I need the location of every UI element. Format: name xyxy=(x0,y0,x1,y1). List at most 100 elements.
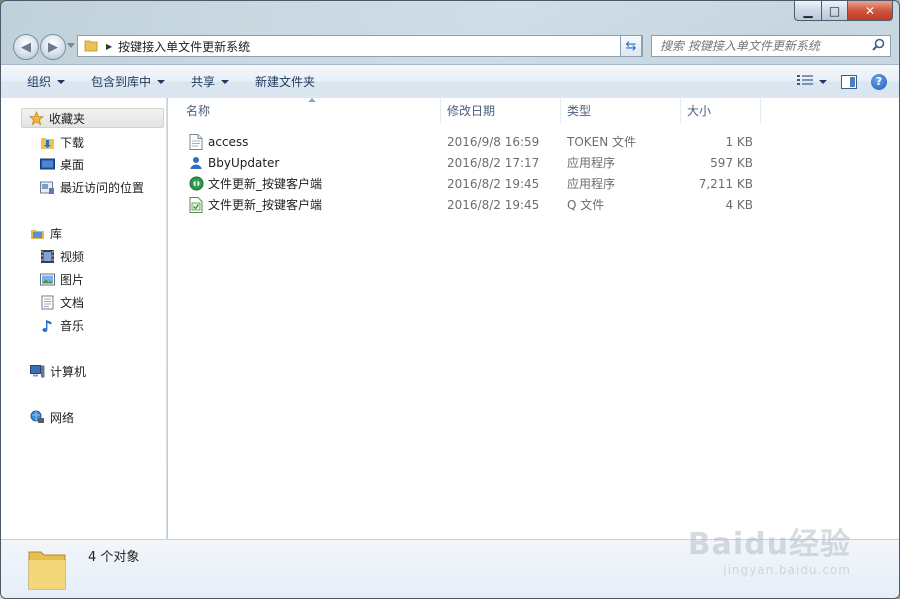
explorer-window: ▁ □ ✕ ◀ ▶ ▶ 按键接入单文件更新系统 ⇆ 搜索 按键接入单文件更新系统… xyxy=(0,0,900,599)
library-icon xyxy=(29,225,45,241)
close-button[interactable]: ✕ xyxy=(848,1,893,21)
star-icon xyxy=(28,110,44,126)
column-header-type[interactable]: 类型 xyxy=(560,98,681,123)
organize-label: 组织 xyxy=(27,75,52,89)
watermark-logo-text: Baidu经验 xyxy=(687,527,851,562)
file-row[interactable]: access 2016/9/8 16:59 TOKEN 文件 1 KB xyxy=(168,131,899,152)
sidebar-item-libraries[interactable]: 库 xyxy=(29,223,62,243)
sidebar-item-downloads[interactable]: 下载 xyxy=(39,132,84,152)
file-type: TOKEN 文件 xyxy=(567,135,637,149)
chevron-down-icon[interactable] xyxy=(819,79,827,84)
file-date: 2016/8/2 19:45 xyxy=(447,176,540,191)
sidebar-item-label: 视频 xyxy=(60,249,85,264)
network-icon xyxy=(29,409,45,425)
forward-arrow-icon: ▶ xyxy=(48,39,58,55)
file-row[interactable]: 文件更新_按键客户端 2016/8/2 19:45 应用程序 7,211 KB xyxy=(168,173,899,194)
address-bar[interactable]: ▶ 按键接入单文件更新系统 xyxy=(77,35,643,57)
watermark-url: jingyan.baidu.com xyxy=(723,563,851,577)
include-library-label: 包含到库中 xyxy=(91,75,152,89)
details-pane: 4 个对象 Baidu经验 jingyan.baidu.com xyxy=(1,527,899,598)
breadcrumb-separator-icon[interactable]: ▶ xyxy=(106,42,112,51)
green-app-icon xyxy=(188,176,204,192)
column-header-date[interactable]: 修改日期 xyxy=(440,98,561,123)
file-type: 应用程序 xyxy=(567,156,616,170)
videos-icon xyxy=(39,248,55,264)
include-in-library-button[interactable]: 包含到库中 xyxy=(78,65,178,98)
watermark: Baidu经验 jingyan.baidu.com xyxy=(688,519,851,577)
view-icon xyxy=(797,74,813,89)
q-file-icon xyxy=(188,196,204,213)
file-row[interactable]: 文件更新_按键客户端 2016/8/2 19:45 Q 文件 4 KB xyxy=(168,194,899,215)
command-bar: 组织 包含到库中 共享 新建文件夹 ? xyxy=(1,64,899,99)
sidebar-item-label: 最近访问的位置 xyxy=(60,180,145,195)
share-label: 共享 xyxy=(191,75,216,89)
sidebar-item-label: 库 xyxy=(50,226,63,241)
sidebar-item-recent-places[interactable]: 最近访问的位置 xyxy=(39,177,144,197)
file-date: 2016/8/2 19:45 xyxy=(447,197,540,212)
sidebar-item-pictures[interactable]: 图片 xyxy=(39,269,84,289)
back-button[interactable]: ◀ xyxy=(13,34,39,60)
file-name-cell: access xyxy=(188,131,248,152)
toolbar-right: ? xyxy=(797,65,887,98)
file-name-cell: 文件更新_按键客户端 xyxy=(188,173,322,194)
folder-icon xyxy=(84,38,98,55)
folder-icon xyxy=(27,546,67,595)
column-header-size[interactable]: 大小 xyxy=(680,98,761,123)
chevron-down-icon xyxy=(157,79,166,84)
documents-icon xyxy=(39,294,55,310)
change-view-button[interactable] xyxy=(797,74,827,89)
file-name: 文件更新_按键客户端 xyxy=(208,177,323,191)
file-name: 文件更新_按键客户端 xyxy=(208,198,323,212)
sidebar-item-computer[interactable]: 计算机 xyxy=(29,361,86,381)
file-date: 2016/8/2 17:17 xyxy=(447,155,540,170)
user-app-icon xyxy=(188,155,204,171)
maximize-button[interactable]: □ xyxy=(822,1,848,21)
sidebar-item-network[interactable]: 网络 xyxy=(29,407,74,427)
sidebar-item-label: 下载 xyxy=(60,135,85,150)
share-button[interactable]: 共享 xyxy=(178,65,242,98)
file-type: 应用程序 xyxy=(567,177,616,191)
sidebar-item-videos[interactable]: 视频 xyxy=(39,246,84,266)
search-icon[interactable] xyxy=(872,38,885,54)
new-folder-label: 新建文件夹 xyxy=(255,75,316,89)
organize-button[interactable]: 组织 xyxy=(1,65,78,98)
sidebar-item-desktop[interactable]: 桌面 xyxy=(39,154,84,174)
computer-icon xyxy=(29,363,45,379)
search-input[interactable] xyxy=(658,38,872,54)
column-header-label: 修改日期 xyxy=(447,104,496,118)
music-icon xyxy=(39,317,55,333)
column-header-label: 大小 xyxy=(687,104,712,118)
back-arrow-icon: ◀ xyxy=(21,39,31,55)
column-header-name[interactable]: 名称 xyxy=(179,98,441,123)
sidebar-item-label: 文档 xyxy=(60,295,85,310)
chevron-down-icon xyxy=(57,79,66,84)
sidebar-item-label: 桌面 xyxy=(60,157,85,172)
file-name: access xyxy=(208,134,249,149)
sidebar-item-label: 音乐 xyxy=(60,318,85,333)
sidebar-item-label: 计算机 xyxy=(50,364,87,379)
downloads-folder-icon xyxy=(39,134,55,150)
file-name-cell: BbyUpdater xyxy=(188,152,279,173)
new-folder-button[interactable]: 新建文件夹 xyxy=(242,65,328,98)
forward-button[interactable]: ▶ xyxy=(40,34,66,60)
navigation-bar: ◀ ▶ ▶ 按键接入单文件更新系统 ⇆ xyxy=(1,31,899,63)
breadcrumb[interactable]: 按键接入单文件更新系统 xyxy=(118,38,250,55)
help-icon[interactable]: ? xyxy=(871,73,887,90)
sidebar-item-documents[interactable]: 文档 xyxy=(39,292,84,312)
sidebar-item-label: 网络 xyxy=(50,410,75,425)
refresh-button[interactable]: ⇆ xyxy=(620,35,642,57)
file-row[interactable]: BbyUpdater 2016/8/2 17:17 应用程序 597 KB xyxy=(168,152,899,173)
search-box[interactable] xyxy=(651,35,891,57)
file-list: 名称 修改日期 类型 大小 access 2016/9/8 16:59 TOKE… xyxy=(168,98,899,539)
item-count: 4 个对象 xyxy=(88,550,140,565)
preview-pane-icon[interactable] xyxy=(841,74,857,89)
sidebar-item-label: 图片 xyxy=(60,272,85,287)
minimize-button[interactable]: ▁ xyxy=(794,1,822,21)
recent-pages-dropdown[interactable] xyxy=(67,43,75,48)
file-size: 7,211 KB xyxy=(698,176,753,191)
sidebar-item-music[interactable]: 音乐 xyxy=(39,315,84,335)
navigation-pane: 收藏夹 下载 桌面 最近访问的位置 库 视频 图片 文档 音乐 计算机 网络 xyxy=(1,98,167,539)
column-header-label: 名称 xyxy=(186,104,211,118)
sidebar-item-label: 收藏夹 xyxy=(49,111,86,126)
sidebar-item-favorites[interactable]: 收藏夹 xyxy=(21,108,164,128)
